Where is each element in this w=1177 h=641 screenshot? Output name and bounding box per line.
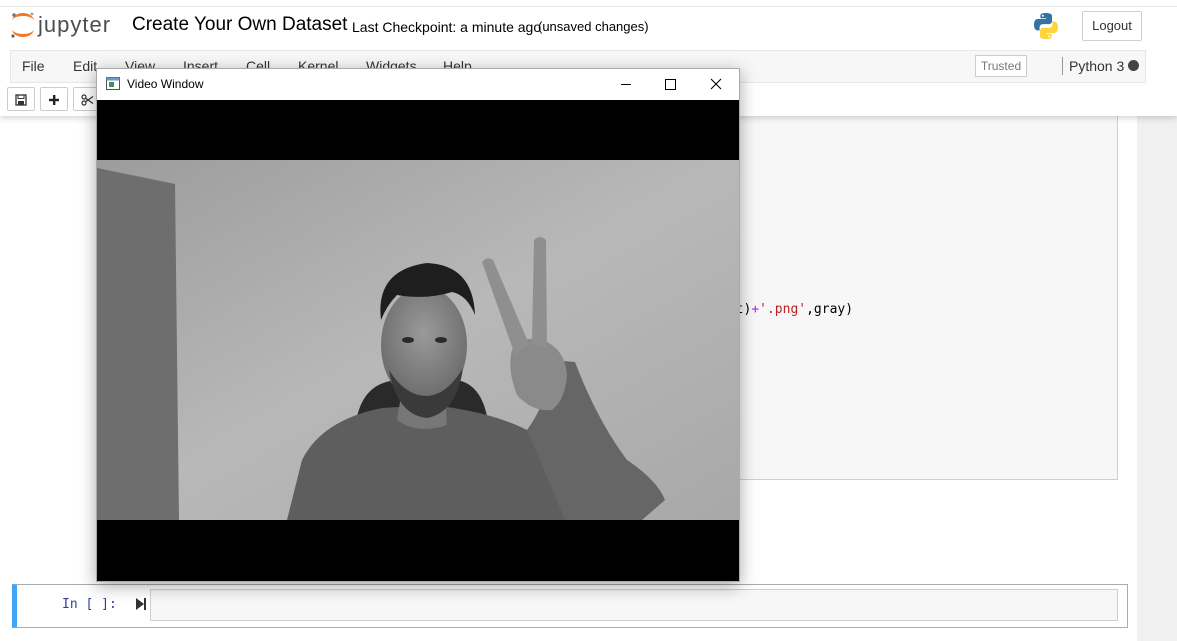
cut-icon	[80, 93, 93, 106]
maximize-icon	[665, 79, 676, 90]
header-divider	[0, 6, 1177, 7]
checkpoint-status: Last Checkpoint: a minute ago	[352, 19, 542, 35]
kernel-status-icon	[1128, 60, 1139, 71]
add-cell-button[interactable]	[40, 87, 68, 111]
kernel-separator	[1062, 57, 1063, 75]
video-frame	[97, 100, 739, 581]
page-scrollbar[interactable]	[1137, 116, 1177, 641]
jupyter-logo-text[interactable]: jupyter	[38, 12, 111, 38]
minimize-button[interactable]	[603, 69, 649, 100]
close-button[interactable]	[693, 69, 739, 100]
input-prompt: In [ ]:	[62, 597, 117, 612]
maximize-button[interactable]	[647, 69, 693, 100]
menu-edit[interactable]: Edit	[73, 58, 97, 74]
video-window-title: Video Window	[127, 77, 204, 91]
trusted-indicator[interactable]: Trusted	[975, 55, 1027, 77]
webcam-frame-image	[97, 100, 739, 581]
close-icon	[710, 78, 722, 90]
add-cell-icon	[49, 94, 59, 105]
save-icon	[15, 93, 27, 106]
autosave-status: (unsaved changes)	[538, 19, 649, 34]
notebook-title[interactable]: Create Your Own Dataset	[132, 14, 347, 36]
video-window[interactable]: Video Window	[96, 68, 740, 582]
input-cell-editor[interactable]	[150, 589, 1118, 621]
minimize-icon	[621, 84, 631, 85]
app-window-icon	[106, 77, 120, 90]
video-window-titlebar[interactable]: Video Window	[97, 69, 739, 100]
menu-file[interactable]: File	[22, 58, 45, 74]
logout-button[interactable]: Logout	[1082, 11, 1142, 41]
save-button[interactable]	[7, 87, 35, 111]
run-cell-icon[interactable]	[135, 597, 147, 611]
kernel-name[interactable]: Python 3	[1069, 58, 1124, 74]
jupyter-logo-icon[interactable]	[8, 10, 38, 40]
python-logo-icon	[1034, 13, 1058, 39]
